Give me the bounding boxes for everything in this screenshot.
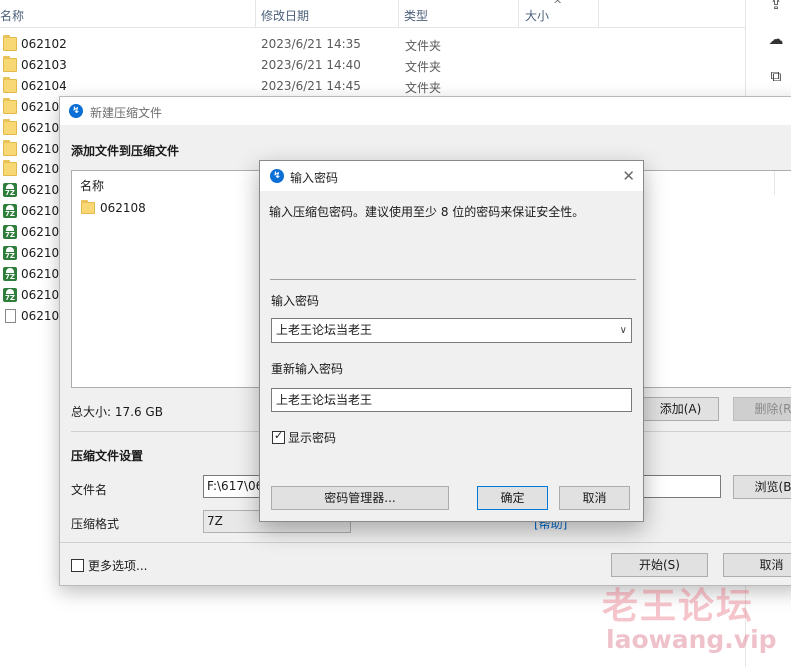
file-date: 2023/6/21 14:45 [261,78,361,93]
archive-7z-icon: 7Z [3,204,17,219]
more-options-checkbox[interactable] [71,559,84,572]
confirm-password-label: 重新输入密码 [271,362,344,376]
start-button[interactable]: 开始(S) [611,553,708,577]
file-row[interactable]: 062102 2023/6/21 14:35 文件夹 [0,34,745,55]
archive-settings-heading: 压缩文件设置 [71,449,144,463]
ok-button[interactable]: 确定 [477,486,548,510]
chevron-down-icon[interactable]: ∨ [620,319,627,342]
cancel-button[interactable]: 取消 [723,553,791,577]
folder-icon [3,35,17,51]
dialog-title: 输入密码 [290,171,339,185]
column-name[interactable]: 名称 [0,7,24,24]
file-row[interactable]: 062103 2023/6/21 14:40 文件夹 [0,55,745,76]
title-bar[interactable]: ↯ 新建压缩文件 [60,97,791,125]
window-title: 新建压缩文件 [90,106,163,120]
file-date: 2023/6/21 14:40 [261,57,361,72]
column-divider[interactable] [518,0,519,28]
file-icon [5,308,16,323]
column-modified[interactable]: 修改日期 [261,7,309,24]
bandizip-app-icon: ↯ [270,169,284,183]
file-type: 文件夹 [405,59,442,74]
folder-icon [81,200,95,214]
sort-ascending-icon: ^ [553,0,563,11]
password-input[interactable]: 上老王论坛当老王 ∨ [271,318,632,343]
file-row[interactable]: 062104 2023/6/21 14:45 文件夹 [0,76,745,97]
browse-button[interactable]: 浏览(B [733,475,791,499]
file-name: 062103 [21,57,67,72]
folder-icon [3,97,17,114]
more-options-label[interactable]: 更多选项... [88,557,147,574]
column-divider[interactable] [598,0,599,28]
cloud-upload-icon[interactable]: ☁ [766,29,786,49]
close-icon[interactable]: ✕ [622,167,635,185]
folder-icon [3,118,17,135]
password-dialog: ↯ 输入密码 ✕ 输入压缩包密码。建议使用至少 8 位的密码来保证安全性。 输入… [259,160,644,522]
total-size: 总大小: 17.6 GB [71,405,163,419]
archive-7z-icon: 7Z [3,287,17,302]
add-button[interactable]: 添加(A) [642,397,719,421]
add-files-heading: 添加文件到压缩文件 [71,144,180,158]
divider [270,279,636,280]
show-password-checkbox[interactable] [272,429,285,444]
password-manager-button[interactable]: 密码管理器... [271,486,449,510]
password-label: 输入密码 [271,294,320,308]
column-header-bar: 名称 修改日期 类型 大小 ^ [0,0,745,28]
divider [60,542,791,543]
archive-7z-icon: 7Z [3,266,17,281]
list-item-label: 062108 [100,201,146,215]
column-divider[interactable] [398,0,399,28]
archive-7z-icon: 7Z [3,225,17,240]
dialog-title-bar[interactable]: ↯ 输入密码 ✕ [260,161,643,191]
filename-label: 文件名 [71,483,108,497]
file-type: 文件夹 [405,80,442,95]
share-icon[interactable]: ⇪ [766,0,786,14]
column-type[interactable]: 类型 [404,7,428,24]
file-name: 062104 [21,78,67,93]
archive-7z-icon: 7Z [3,183,17,198]
list-header-name[interactable]: 名称 [80,177,104,194]
show-password-label[interactable]: 显示密码 [288,429,336,446]
folder-icon [3,55,17,72]
file-date: 2023/6/21 14:35 [261,37,361,51]
watermark-cn: 老王论坛 [602,586,755,627]
password-value: 上老王论坛当老王 [276,323,373,337]
column-divider[interactable] [255,0,256,28]
dialog-description: 输入压缩包密码。建议使用至少 8 位的密码来保证安全性。 [269,205,585,219]
column-size[interactable]: 大小 [525,7,549,24]
column-divider [774,171,775,195]
archive-7z-icon: 7Z [3,246,17,260]
delete-button[interactable]: 删除(R [733,397,791,421]
confirm-password-input[interactable]: 上老王论坛当老王 [271,388,632,412]
file-name: 062102 [21,37,67,51]
copy-icon[interactable]: ⧉ [766,66,786,86]
folder-icon [3,160,17,177]
format-label: 压缩格式 [71,517,120,531]
folder-icon [3,139,17,156]
dialog-cancel-button[interactable]: 取消 [559,486,630,510]
watermark-en: laowang.vip [606,625,777,654]
file-type: 文件夹 [405,39,442,53]
bandizip-app-icon: ↯ [69,104,83,118]
folder-icon [3,76,17,93]
